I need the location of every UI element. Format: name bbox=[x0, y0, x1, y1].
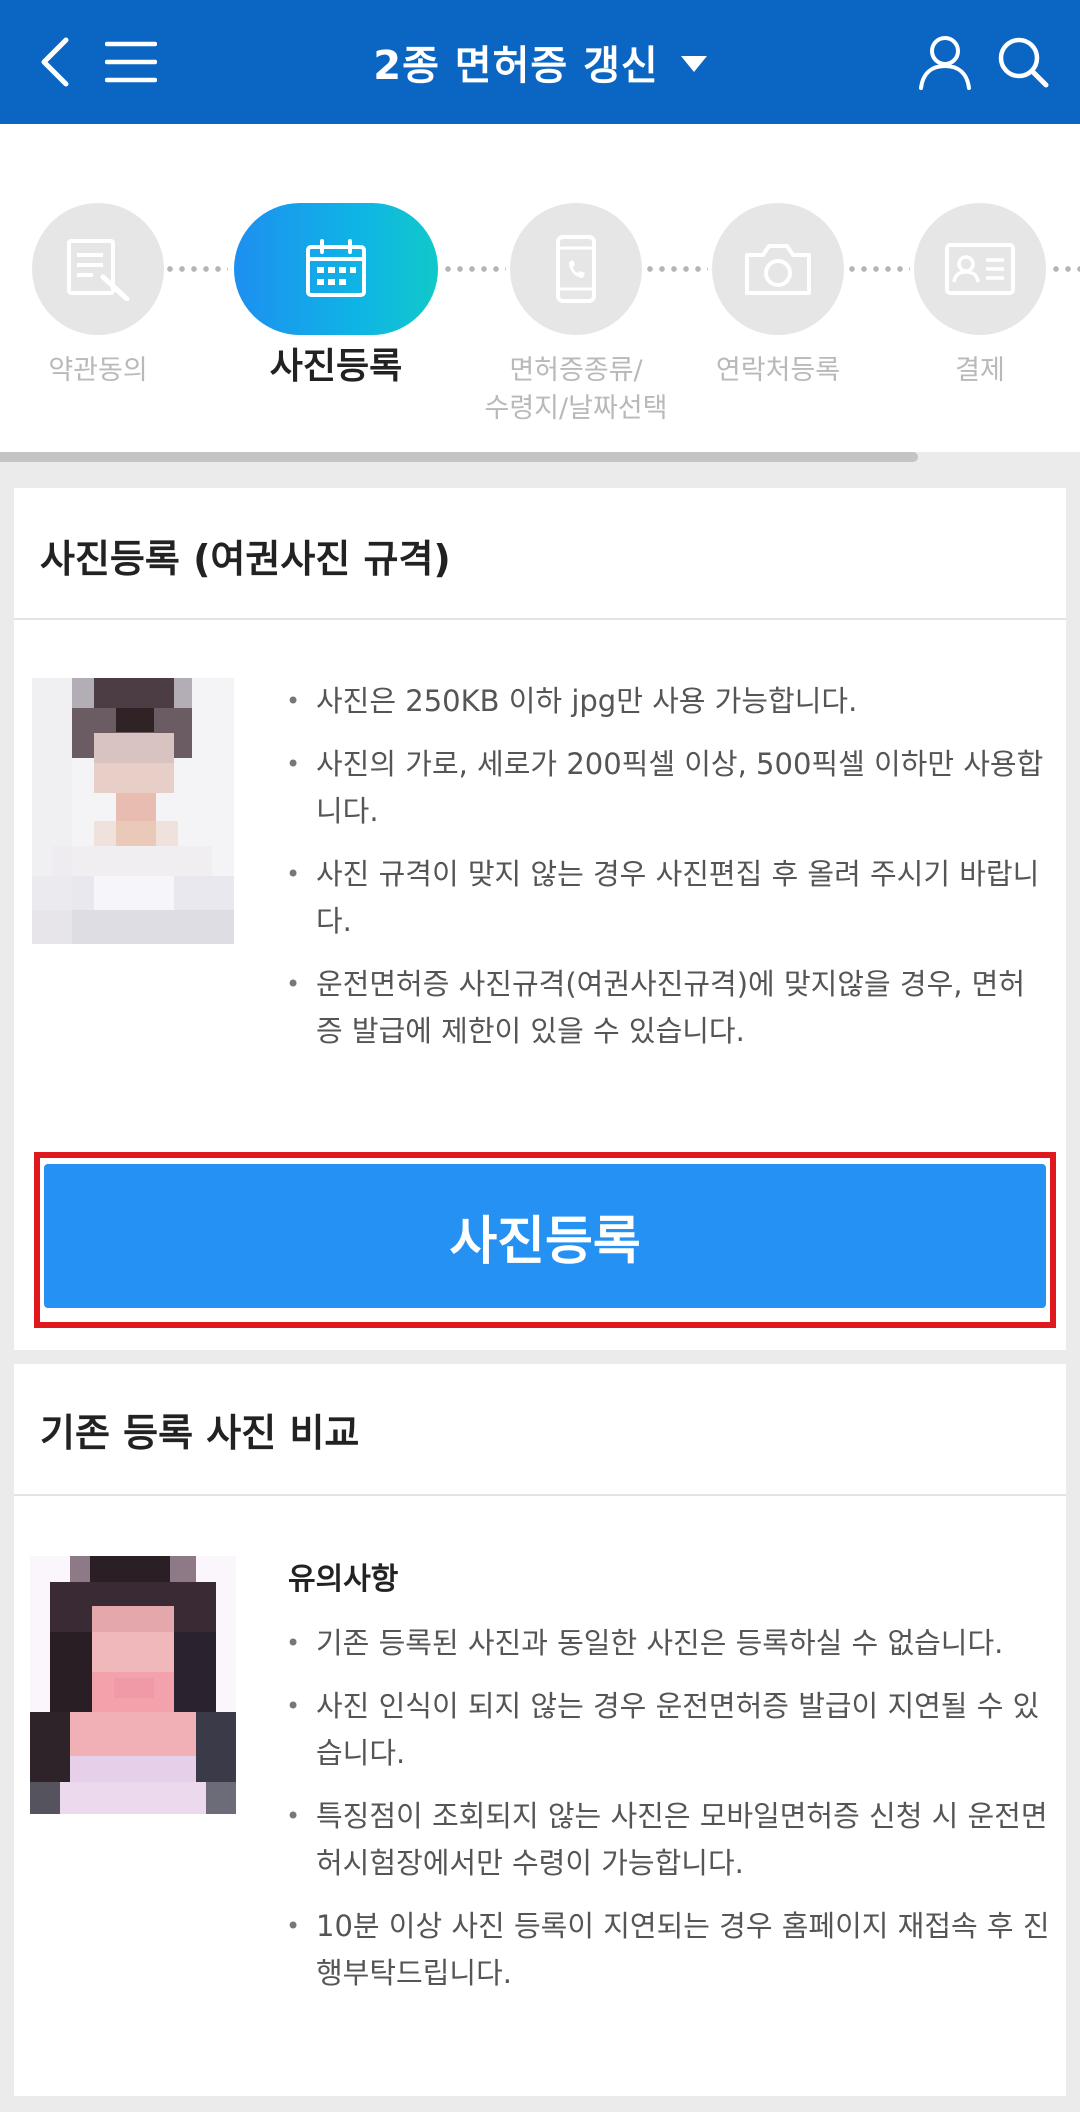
guideline-item: 사진의 가로, 세로가 200픽셀 이상, 500픽셀 이하만 사용합니다. bbox=[286, 741, 1046, 835]
guideline-item: 사진 규격이 맞지 않는 경우 사진편집 후 올려 주시기 바랍니다. bbox=[286, 851, 1046, 945]
menu-button[interactable] bbox=[96, 0, 166, 124]
step-contact bbox=[712, 203, 844, 335]
document-edit-icon bbox=[67, 239, 130, 301]
guideline-item: 사진은 250KB 이하 jpg만 사용 가능합니다. bbox=[286, 678, 1046, 725]
existing-photo bbox=[30, 1556, 236, 1814]
search-button[interactable] bbox=[988, 0, 1058, 124]
user-button[interactable] bbox=[910, 0, 980, 124]
notice-list: 기존 등록된 사진과 동일한 사진은 등록하실 수 없습니다. 사진 인식이 되… bbox=[286, 1620, 1062, 2013]
photo-register-card: 사진등록 (여권사진 규격) 사진은 250KB 이하 jpg만 사용 가능합니… bbox=[14, 488, 1066, 1350]
user-icon bbox=[919, 36, 971, 90]
divider bbox=[14, 618, 1066, 620]
app-header: 2종 면허증 갱신 bbox=[0, 0, 1080, 124]
notice-item: 사진 인식이 되지 않는 경우 운전면허증 발급이 지연될 수 있습니다. bbox=[286, 1683, 1062, 1777]
notice-item: 특징점이 조회되지 않는 사진은 모바일면허증 신청 시 운전면허시험장에서만 … bbox=[286, 1793, 1062, 1887]
sample-photo bbox=[32, 678, 234, 944]
calendar-icon bbox=[306, 239, 366, 297]
step-payment bbox=[914, 203, 1046, 335]
notice-item: 10분 이상 사진 등록이 지연되는 경우 홈페이지 재접속 후 진행부탁드립니… bbox=[286, 1903, 1062, 1997]
page-title-dropdown[interactable]: 2종 면허증 갱신 bbox=[260, 0, 820, 124]
divider bbox=[14, 1494, 1066, 1496]
chevron-left-icon bbox=[41, 37, 69, 87]
section-title: 사진등록 (여권사진 규격) bbox=[40, 537, 451, 581]
step-photo bbox=[234, 203, 438, 335]
progress-bar bbox=[0, 452, 918, 462]
step-label-payment: 결제 bbox=[955, 355, 1005, 386]
step-connector bbox=[644, 266, 708, 272]
notice-item: 기존 등록된 사진과 동일한 사진은 등록하실 수 없습니다. bbox=[286, 1620, 1062, 1667]
hamburger-icon bbox=[105, 41, 157, 83]
step-label-terms: 약관동의 bbox=[48, 355, 148, 386]
step-connector bbox=[846, 266, 910, 272]
guideline-item: 운전면허증 사진규격(여권사진규격)에 맞지않을 경우, 면허증 발급에 제한이… bbox=[286, 961, 1046, 1055]
step-license-type bbox=[510, 203, 642, 335]
step-terms bbox=[32, 203, 164, 335]
step-connector bbox=[1050, 266, 1080, 272]
step-label-photo: 사진등록 bbox=[269, 346, 403, 387]
photo-compare-card: 기존 등록 사진 비교 유의사항 기존 등록된 사진과 동일한 사진은 등록하실… bbox=[14, 1364, 1066, 2096]
caret-down-icon bbox=[680, 56, 707, 72]
photo-guidelines: 사진은 250KB 이하 jpg만 사용 가능합니다. 사진의 가로, 세로가 … bbox=[286, 678, 1046, 1071]
step-connector bbox=[164, 266, 228, 272]
step-indicator: 약관동의 사진등록 면허증종류/ 수령지/날짜선택 연락처등록 결제 bbox=[0, 124, 1080, 462]
id-card-icon bbox=[945, 243, 1015, 295]
back-button[interactable] bbox=[24, 0, 84, 124]
phone-icon bbox=[556, 235, 596, 303]
photo-register-button[interactable]: 사진등록 bbox=[44, 1164, 1046, 1308]
search-icon bbox=[998, 37, 1049, 88]
step-label-contact: 연락처등록 bbox=[715, 355, 841, 386]
camera-icon bbox=[745, 244, 811, 295]
step-label-license-type: 면허증종류/ 수령지/날짜선택 bbox=[484, 355, 668, 424]
step-connector bbox=[442, 266, 506, 272]
page-title: 2종 면허증 갱신 bbox=[373, 43, 659, 89]
notice-title: 유의사항 bbox=[288, 1562, 399, 1597]
section-title: 기존 등록 사진 비교 bbox=[40, 1411, 360, 1455]
